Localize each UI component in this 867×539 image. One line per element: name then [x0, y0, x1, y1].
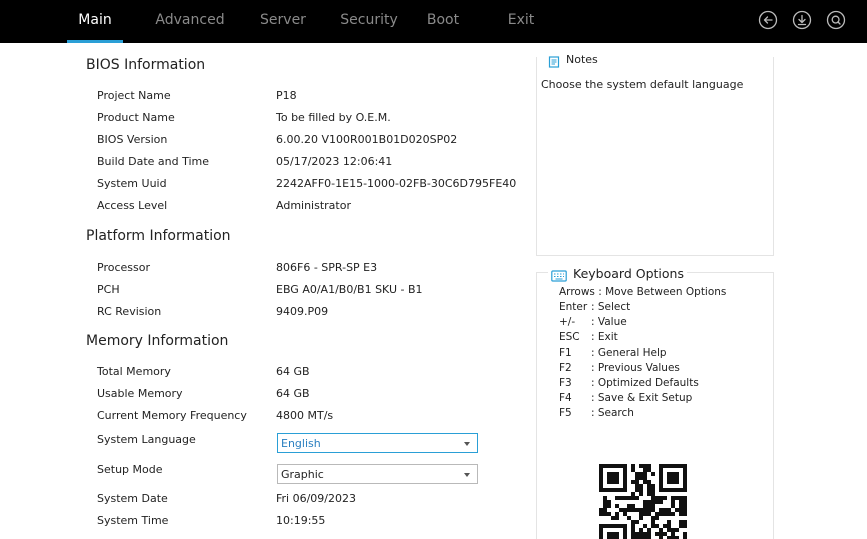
notes-header: Notes	[545, 51, 601, 68]
info-row: PCH EBG A0/A1/B0/B1 SKU - B1	[0, 280, 530, 302]
chevron-down-icon	[464, 473, 470, 477]
notes-icon	[548, 53, 560, 68]
keyboard-option: F3: Optimized Defaults	[559, 377, 699, 389]
system-time-value[interactable]: 10:19:55	[276, 514, 325, 527]
info-label: Access Level	[97, 199, 168, 212]
keyboard-option: ESC: Exit	[559, 331, 618, 343]
info-label: Total Memory	[97, 365, 171, 378]
info-value: 6.00.20 V100R001B01D020SP02	[276, 133, 458, 146]
tab-main[interactable]: Main	[67, 0, 123, 43]
info-label: RC Revision	[97, 305, 162, 318]
info-row: Current Memory Frequency 4800 MT/s	[0, 406, 530, 428]
info-value: 806F6 - SPR-SP E3	[276, 261, 378, 274]
keyboard-option: F5: Search	[559, 407, 634, 419]
keyboard-option: F1: General Help	[559, 347, 667, 359]
info-row: Processor 806F6 - SPR-SP E3	[0, 258, 530, 280]
system-language-value: English	[281, 437, 321, 450]
info-value: 64 GB	[276, 387, 310, 400]
setup-mode-select[interactable]: Graphic	[277, 464, 478, 484]
info-row: RC Revision 9409.P09	[0, 302, 530, 324]
memory-information-title: Memory Information	[86, 333, 229, 349]
tab-exit[interactable]: Exit	[502, 0, 540, 43]
info-row: Total Memory 64 GB	[0, 362, 530, 384]
info-row: BIOS Version 6.00.20 V100R001B01D020SP02	[0, 130, 530, 152]
tab-security[interactable]: Security	[333, 0, 405, 43]
info-value: 2242AFF0-1E15-1000-02FB-30C6D795FE40	[276, 177, 517, 190]
system-language-label: System Language	[97, 433, 196, 446]
system-time-label: System Time	[97, 514, 169, 527]
info-value: P18	[276, 89, 297, 102]
info-value: 64 GB	[276, 365, 310, 378]
chevron-down-icon	[464, 442, 470, 446]
keyboard-option: +/-: Value	[559, 316, 627, 328]
info-label: BIOS Version	[97, 133, 168, 146]
keyboard-option: F4: Save & Exit Setup	[559, 392, 693, 404]
platform-information-title: Platform Information	[86, 228, 231, 244]
bios-information-title: BIOS Information	[86, 57, 206, 73]
download-icon[interactable]	[792, 10, 812, 30]
info-value: To be filled by O.E.M.	[276, 111, 391, 124]
keyboard-option: F2: Previous Values	[559, 362, 680, 374]
info-row: Build Date and Time 05/17/2023 12:06:41	[0, 152, 530, 174]
info-label: Current Memory Frequency	[97, 409, 247, 422]
info-value: Administrator	[276, 199, 351, 212]
info-value: EBG A0/A1/B0/B1 SKU - B1	[276, 283, 423, 296]
setting-row-system-time[interactable]: System Time 10:19:55	[0, 511, 530, 533]
setup-mode-value: Graphic	[281, 468, 324, 481]
notes-text: Choose the system default language	[541, 78, 744, 91]
info-value: 05/17/2023 12:06:41	[276, 155, 393, 168]
info-label: Project Name	[97, 89, 171, 102]
tab-boot[interactable]: Boot	[421, 0, 465, 43]
info-row: Usable Memory 64 GB	[0, 384, 530, 406]
setting-row-system-date[interactable]: System Date Fri 06/09/2023	[0, 489, 530, 511]
setup-mode-label: Setup Mode	[97, 463, 163, 476]
back-icon[interactable]	[758, 10, 778, 30]
keyboard-option: Enter: Select	[559, 301, 631, 313]
system-date-value[interactable]: Fri 06/09/2023	[276, 492, 356, 505]
search-icon[interactable]	[826, 10, 846, 30]
info-label: System Uuid	[97, 177, 167, 190]
system-language-select[interactable]: English	[277, 433, 478, 453]
notes-title: Notes	[566, 52, 598, 66]
tab-advanced[interactable]: Advanced	[148, 0, 232, 43]
keyboard-icon	[551, 267, 567, 282]
qr-code	[593, 454, 693, 539]
info-row: Project Name P18	[0, 86, 530, 108]
tab-server[interactable]: Server	[253, 0, 313, 43]
keyboard-options-header: Keyboard Options	[548, 264, 687, 282]
info-row: Access Level Administrator	[0, 196, 530, 218]
info-label: Usable Memory	[97, 387, 183, 400]
info-label: Product Name	[97, 111, 175, 124]
qr-code-image	[599, 464, 687, 539]
info-value: 9409.P09	[276, 305, 329, 318]
info-label: Processor	[97, 261, 150, 274]
keyboard-option: Arrows : Move Between Options	[559, 286, 727, 298]
info-row: Product Name To be filled by O.E.M.	[0, 108, 530, 130]
info-label: PCH	[97, 283, 120, 296]
info-label: Build Date and Time	[97, 155, 210, 168]
info-value: 4800 MT/s	[276, 409, 334, 422]
info-row: System Uuid 2242AFF0-1E15-1000-02FB-30C6…	[0, 174, 530, 196]
keyboard-options-title: Keyboard Options	[573, 265, 684, 281]
top-menu-bar: Main Advanced Server Security Boot Exit	[0, 0, 867, 43]
system-date-label: System Date	[97, 492, 168, 505]
